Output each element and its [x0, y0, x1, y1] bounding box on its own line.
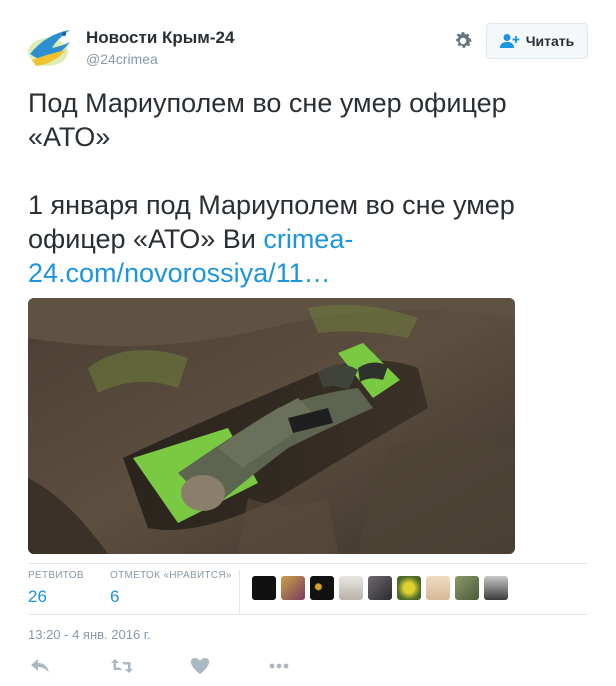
- reply-icon[interactable]: [30, 656, 50, 676]
- liker-avatar[interactable]: [339, 576, 363, 600]
- retweet-icon[interactable]: [110, 656, 134, 676]
- likers-avatars: [252, 576, 513, 600]
- liker-avatar[interactable]: [368, 576, 392, 600]
- tweet-photo[interactable]: [28, 298, 515, 554]
- liker-avatar[interactable]: [310, 576, 334, 600]
- liker-avatar[interactable]: [252, 576, 276, 600]
- retweets-count: 26: [28, 587, 47, 606]
- account-name[interactable]: Новости Крым-24: [86, 28, 234, 48]
- tweet-body: 1 января под Мариуполем во сне умер офиц…: [28, 188, 588, 290]
- follow-person-icon: [499, 34, 520, 48]
- account-avatar[interactable]: [26, 24, 74, 72]
- liker-avatar[interactable]: [397, 576, 421, 600]
- follow-button[interactable]: Читать: [486, 23, 588, 59]
- tweet-text: Под Мариуполем во сне умер офицер «АТО» …: [28, 86, 588, 290]
- tweet-stats: РЕТВИТОВ 26 ОТМЕТОК «НРАВИТСЯ» 6: [28, 570, 588, 614]
- liker-avatar[interactable]: [484, 576, 508, 600]
- account-handle[interactable]: @24crimea: [86, 51, 158, 67]
- stats-bottom-divider: [28, 614, 588, 615]
- stats-divider: [239, 570, 240, 614]
- stats-top-divider: [28, 563, 588, 564]
- follow-label: Читать: [525, 33, 575, 49]
- more-icon[interactable]: [268, 656, 290, 676]
- like-stat[interactable]: ОТМЕТОК «НРАВИТСЯ» 6: [110, 570, 232, 607]
- like-icon[interactable]: [190, 656, 210, 676]
- retweets-label: РЕТВИТОВ: [28, 570, 84, 581]
- tweet-header: Новости Крым-24 @24crimea Читать: [26, 22, 592, 72]
- liker-avatar[interactable]: [455, 576, 479, 600]
- tweet-title-line: Под Мариуполем во сне умер офицер «АТО»: [28, 88, 507, 152]
- liker-avatar[interactable]: [281, 576, 305, 600]
- liker-avatar[interactable]: [426, 576, 450, 600]
- gear-icon[interactable]: [452, 30, 474, 52]
- likes-count: 6: [110, 587, 120, 606]
- tweet-timestamp[interactable]: 13:20 - 4 янв. 2016 г.: [28, 627, 151, 642]
- likes-label: ОТМЕТОК «НРАВИТСЯ»: [110, 570, 232, 581]
- tweet-actions: [30, 656, 430, 680]
- retweet-stat[interactable]: РЕТВИТОВ 26: [28, 570, 84, 607]
